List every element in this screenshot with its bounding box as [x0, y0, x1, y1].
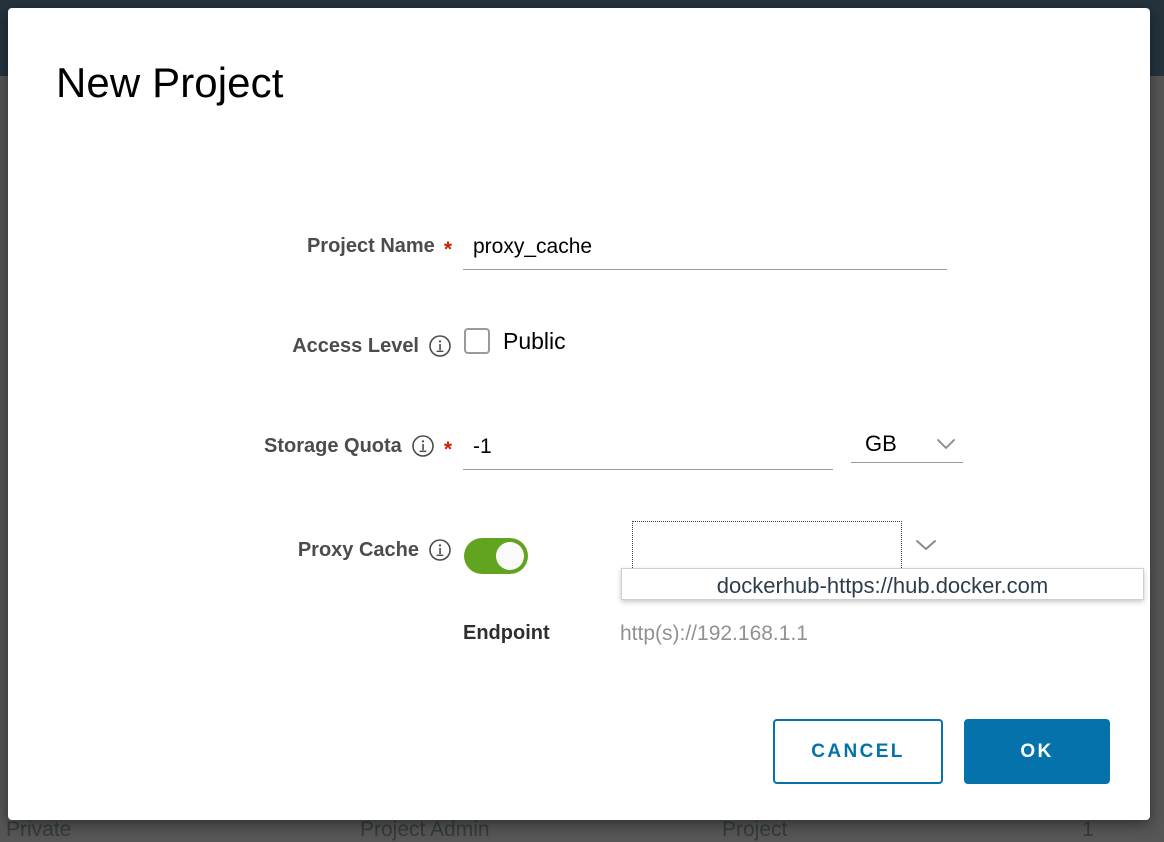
- storage-unit-select[interactable]: GB: [851, 432, 963, 463]
- background-table-cell-private: Private: [6, 818, 71, 842]
- proxy-cache-label-text: Proxy Cache: [298, 540, 419, 560]
- public-checkbox-label: Public: [503, 330, 566, 353]
- storage-quota-input[interactable]: [463, 432, 833, 470]
- proxy-cache-toggle-knob: [496, 542, 524, 570]
- form-row-storage-quota: Storage Quota * GB: [8, 420, 1150, 480]
- form-row-proxy-cache: Proxy Cache dockerhub-https://hub.docker…: [8, 524, 1150, 584]
- form-row-access-level: Access Level Public: [8, 320, 1150, 380]
- public-checkbox[interactable]: [464, 328, 490, 354]
- storage-unit-value: GB: [865, 433, 897, 455]
- project-name-label: Project Name *: [72, 230, 452, 262]
- proxy-registry-select[interactable]: [632, 521, 902, 572]
- background-table-cell-role: Project Admin: [360, 818, 490, 842]
- access-level-label: Access Level: [72, 330, 452, 362]
- chevron-down-icon: [935, 437, 957, 451]
- form-row-project-name: Project Name *: [8, 220, 1150, 280]
- required-asterisk: *: [444, 239, 452, 260]
- chevron-down-icon[interactable]: [914, 537, 938, 553]
- access-level-label-text: Access Level: [292, 336, 419, 356]
- form-row-endpoint: Endpoint http(s)://192.168.1.1: [8, 620, 1150, 654]
- project-name-input[interactable]: [463, 232, 947, 270]
- background-table-cell-type: Project: [722, 818, 787, 842]
- proxy-registry-dropdown[interactable]: dockerhub-https://hub.docker.com: [621, 568, 1144, 600]
- project-name-label-text: Project Name: [307, 236, 435, 256]
- background-table-cell-count: 1: [1082, 818, 1094, 842]
- modal-footer: CANCEL OK: [8, 719, 1150, 789]
- endpoint-value: http(s)://192.168.1.1: [620, 622, 808, 646]
- required-asterisk: *: [444, 439, 452, 460]
- proxy-cache-label: Proxy Cache: [72, 534, 452, 566]
- storage-quota-label: Storage Quota *: [72, 430, 452, 462]
- public-checkbox-group[interactable]: Public: [464, 328, 566, 354]
- info-circle-icon[interactable]: [428, 334, 452, 358]
- info-circle-icon[interactable]: [428, 538, 452, 562]
- storage-quota-label-text: Storage Quota: [264, 436, 402, 456]
- proxy-registry-dropdown-option[interactable]: dockerhub-https://hub.docker.com: [622, 573, 1143, 599]
- proxy-cache-toggle[interactable]: [464, 538, 528, 574]
- ok-button[interactable]: OK: [964, 719, 1110, 784]
- cancel-button[interactable]: CANCEL: [773, 719, 943, 784]
- modal-title: New Project: [56, 60, 284, 106]
- info-circle-icon[interactable]: [411, 434, 435, 458]
- new-project-modal: New Project Project Name * Access Level …: [8, 8, 1150, 820]
- endpoint-label: Endpoint: [463, 622, 550, 645]
